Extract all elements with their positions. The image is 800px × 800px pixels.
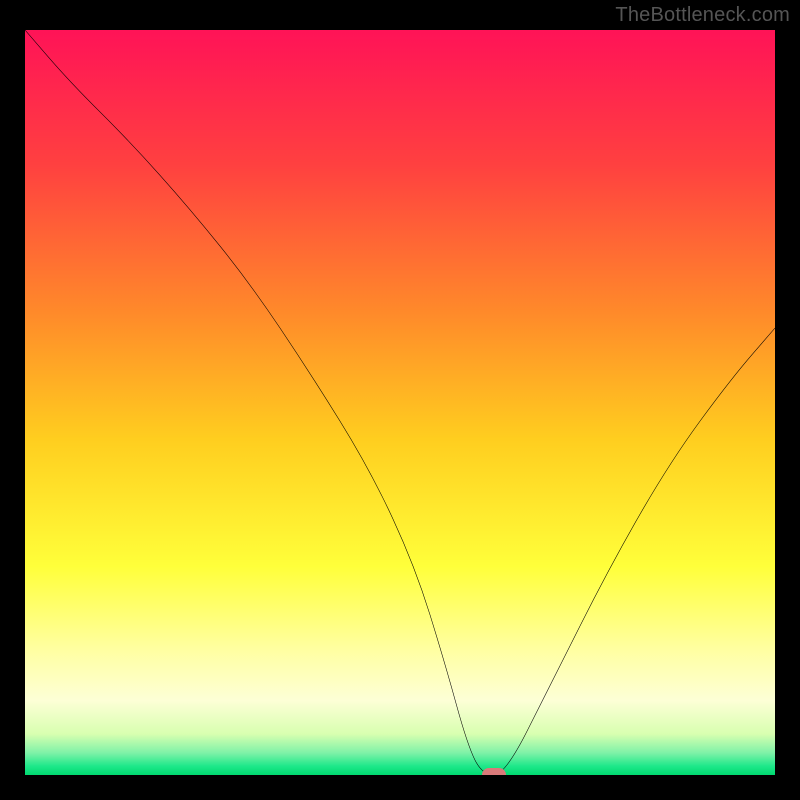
bottleneck-curve	[25, 30, 775, 775]
watermark-text: TheBottleneck.com	[615, 4, 790, 27]
plot-area	[25, 30, 775, 775]
chart-frame: TheBottleneck.com	[0, 0, 800, 800]
optimal-point-marker	[482, 768, 506, 775]
